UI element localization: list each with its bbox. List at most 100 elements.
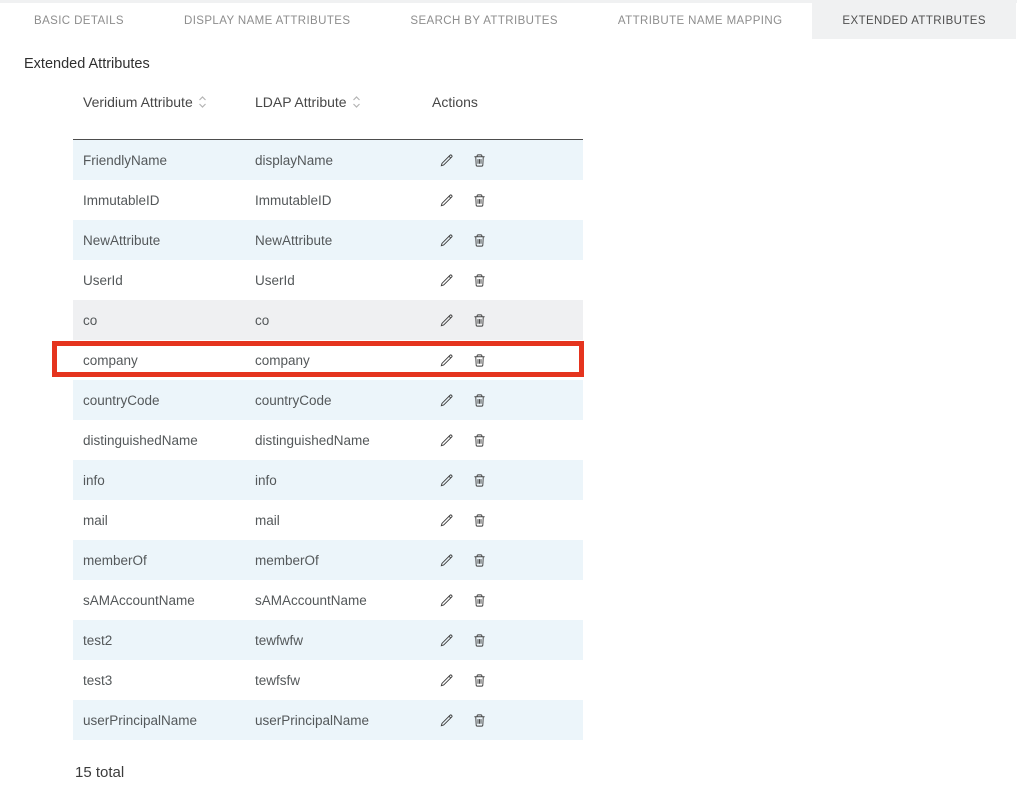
pencil-icon bbox=[439, 593, 454, 608]
veridium-attribute-cell: distinguishedName bbox=[83, 433, 255, 448]
ldap-attribute-cell: tewfwfw bbox=[255, 633, 432, 648]
pencil-icon bbox=[439, 353, 454, 368]
row-actions bbox=[432, 473, 583, 488]
veridium-attribute-cell: UserId bbox=[83, 273, 255, 288]
delete-button[interactable] bbox=[472, 193, 487, 208]
pencil-icon bbox=[439, 513, 454, 528]
pencil-icon bbox=[439, 713, 454, 728]
edit-button[interactable] bbox=[439, 473, 454, 488]
veridium-attribute-cell: test2 bbox=[83, 633, 255, 648]
edit-button[interactable] bbox=[439, 193, 454, 208]
row-actions bbox=[432, 433, 583, 448]
table-row: userPrincipalName userPrincipalName bbox=[73, 700, 583, 740]
table-row: company company bbox=[73, 340, 583, 380]
edit-button[interactable] bbox=[439, 433, 454, 448]
pencil-icon bbox=[439, 633, 454, 648]
delete-button[interactable] bbox=[472, 153, 487, 168]
edit-button[interactable] bbox=[439, 633, 454, 648]
sort-icon[interactable] bbox=[198, 95, 207, 109]
trash-icon bbox=[472, 433, 487, 448]
edit-button[interactable] bbox=[439, 673, 454, 688]
trash-icon bbox=[472, 513, 487, 528]
ldap-attribute-cell: mail bbox=[255, 513, 432, 528]
sort-icon[interactable] bbox=[352, 95, 361, 109]
tab-search-by-attributes[interactable]: SEARCH BY ATTRIBUTES bbox=[380, 3, 588, 39]
row-actions bbox=[432, 393, 583, 408]
pencil-icon bbox=[439, 673, 454, 688]
trash-icon bbox=[472, 473, 487, 488]
row-actions bbox=[432, 273, 583, 288]
table-row: distinguishedName distinguishedName bbox=[73, 420, 583, 460]
edit-button[interactable] bbox=[439, 513, 454, 528]
pencil-icon bbox=[439, 273, 454, 288]
delete-button[interactable] bbox=[472, 313, 487, 328]
delete-button[interactable] bbox=[472, 513, 487, 528]
trash-icon bbox=[472, 553, 487, 568]
edit-button[interactable] bbox=[439, 313, 454, 328]
trash-icon bbox=[472, 193, 487, 208]
veridium-attribute-cell: info bbox=[83, 473, 255, 488]
delete-button[interactable] bbox=[472, 553, 487, 568]
table-row: sAMAccountName sAMAccountName bbox=[73, 580, 583, 620]
delete-button[interactable] bbox=[472, 633, 487, 648]
delete-button[interactable] bbox=[472, 393, 487, 408]
delete-button[interactable] bbox=[472, 433, 487, 448]
ldap-attribute-cell: ImmutableID bbox=[255, 193, 432, 208]
total-count: 15 total bbox=[75, 764, 1017, 781]
edit-button[interactable] bbox=[439, 713, 454, 728]
column-header-actions: Actions bbox=[432, 94, 583, 110]
table-row: info info bbox=[73, 460, 583, 500]
tab-bar: BASIC DETAILS DISPLAY NAME ATTRIBUTES SE… bbox=[0, 3, 1017, 39]
column-header-veridium-attribute[interactable]: Veridium Attribute bbox=[83, 94, 255, 110]
veridium-attribute-cell: company bbox=[83, 353, 255, 368]
row-actions bbox=[432, 673, 583, 688]
row-actions bbox=[432, 353, 583, 368]
ldap-attribute-cell: distinguishedName bbox=[255, 433, 432, 448]
delete-button[interactable] bbox=[472, 673, 487, 688]
section-title: Extended Attributes bbox=[24, 56, 1017, 72]
ldap-attribute-cell: tewfsfw bbox=[255, 673, 432, 688]
edit-button[interactable] bbox=[439, 393, 454, 408]
veridium-attribute-cell: FriendlyName bbox=[83, 153, 255, 168]
edit-button[interactable] bbox=[439, 233, 454, 248]
delete-button[interactable] bbox=[472, 273, 487, 288]
trash-icon bbox=[472, 313, 487, 328]
edit-button[interactable] bbox=[439, 553, 454, 568]
delete-button[interactable] bbox=[472, 593, 487, 608]
edit-button[interactable] bbox=[439, 153, 454, 168]
table-row: co co bbox=[73, 300, 583, 340]
pencil-icon bbox=[439, 473, 454, 488]
column-header-ldap-attribute[interactable]: LDAP Attribute bbox=[255, 94, 432, 110]
ldap-attribute-cell: displayName bbox=[255, 153, 432, 168]
veridium-attribute-cell: memberOf bbox=[83, 553, 255, 568]
ldap-attribute-cell: userPrincipalName bbox=[255, 713, 432, 728]
trash-icon bbox=[472, 393, 487, 408]
trash-icon bbox=[472, 273, 487, 288]
tab-basic-details[interactable]: BASIC DETAILS bbox=[4, 3, 154, 39]
table-row: test3 tewfsfw bbox=[73, 660, 583, 700]
table-row: FriendlyName displayName bbox=[73, 140, 583, 180]
ldap-attribute-cell: sAMAccountName bbox=[255, 593, 432, 608]
delete-button[interactable] bbox=[472, 233, 487, 248]
veridium-attribute-cell: countryCode bbox=[83, 393, 255, 408]
row-actions bbox=[432, 153, 583, 168]
trash-icon bbox=[472, 153, 487, 168]
tab-extended-attributes[interactable]: EXTENDED ATTRIBUTES bbox=[812, 0, 1016, 39]
edit-button[interactable] bbox=[439, 593, 454, 608]
delete-button[interactable] bbox=[472, 353, 487, 368]
column-header-label: Veridium Attribute bbox=[83, 94, 193, 110]
delete-button[interactable] bbox=[472, 713, 487, 728]
table-row: memberOf memberOf bbox=[73, 540, 583, 580]
row-actions bbox=[432, 513, 583, 528]
delete-button[interactable] bbox=[472, 473, 487, 488]
tab-attribute-name-mapping[interactable]: ATTRIBUTE NAME MAPPING bbox=[588, 3, 813, 39]
ldap-attribute-cell: company bbox=[255, 353, 432, 368]
row-actions bbox=[432, 233, 583, 248]
edit-button[interactable] bbox=[439, 273, 454, 288]
veridium-attribute-cell: userPrincipalName bbox=[83, 713, 255, 728]
ldap-attribute-cell: UserId bbox=[255, 273, 432, 288]
edit-button[interactable] bbox=[439, 353, 454, 368]
tab-display-name-attributes[interactable]: DISPLAY NAME ATTRIBUTES bbox=[154, 3, 380, 39]
table-row: ImmutableID ImmutableID bbox=[73, 180, 583, 220]
extended-attributes-table: Veridium Attribute LDAP Attribute Action… bbox=[73, 94, 583, 740]
